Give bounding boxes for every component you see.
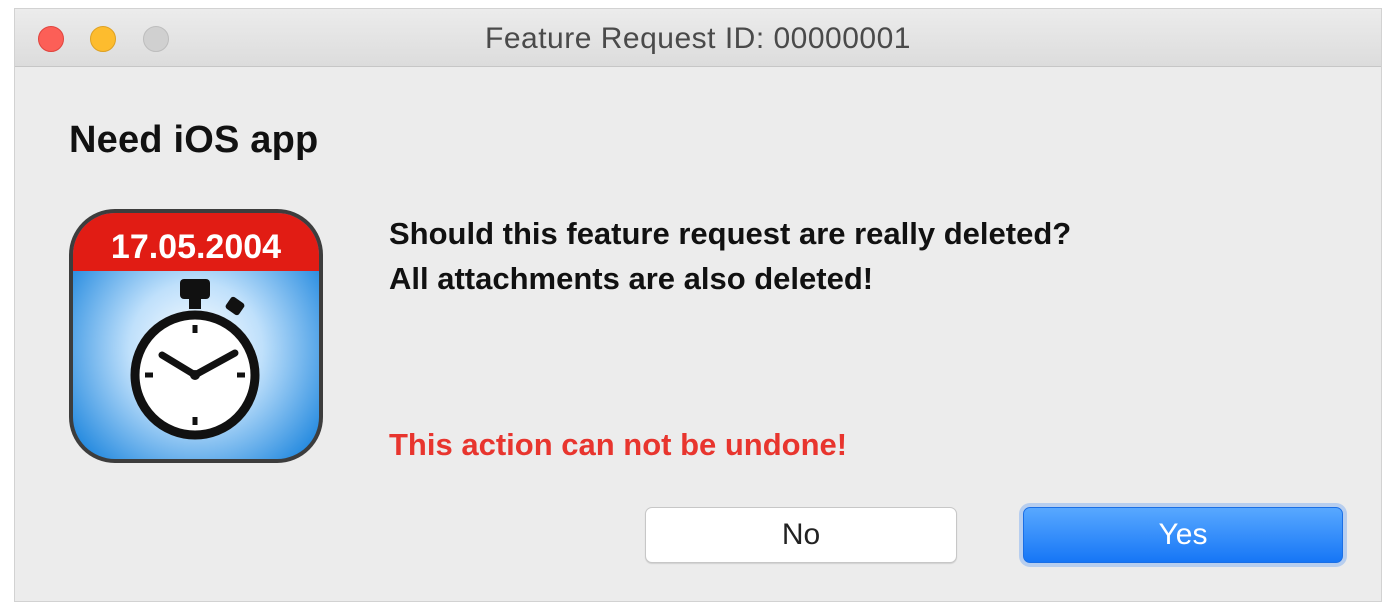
stopwatch-calendar-icon: 17.05.2004 xyxy=(67,207,325,465)
dialog-window: Feature Request ID: 00000001 Need iOS ap… xyxy=(14,8,1382,602)
confirmation-message-line-1: Should this feature request are really d… xyxy=(389,216,1072,251)
confirmation-message-line-2: All attachments are also deleted! xyxy=(389,261,874,296)
dialog-heading: Need iOS app xyxy=(69,119,319,161)
icon-date-label: 17.05.2004 xyxy=(111,228,281,266)
title-bar[interactable]: Feature Request ID: 00000001 xyxy=(15,9,1381,67)
window-title: Feature Request ID: 00000001 xyxy=(485,22,911,55)
yes-button[interactable]: Yes xyxy=(1023,507,1343,563)
no-button[interactable]: No xyxy=(645,507,957,563)
warning-text: This action can not be undone! xyxy=(389,427,848,462)
